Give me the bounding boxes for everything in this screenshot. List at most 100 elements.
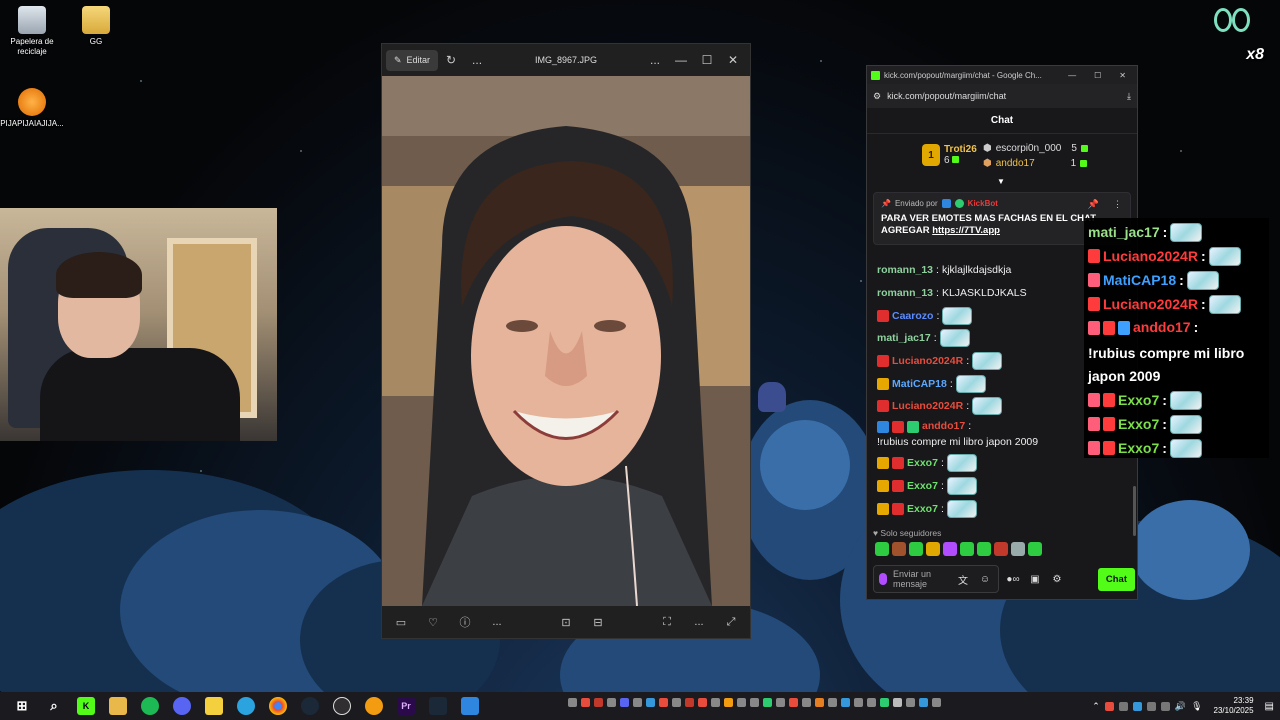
download-icon[interactable]: ⤓ [1127,91,1131,102]
telegram-icon[interactable] [237,697,255,715]
more-menu-button[interactable]: ... [642,48,668,72]
fl-studio-icon[interactable]: PIJAPIJAIAJIJA... [0,88,64,129]
info-icon[interactable]: ⓘ [452,610,478,634]
chat-username[interactable]: romann_13 [877,287,933,299]
chat-close-button[interactable]: ✕ [1112,71,1133,80]
tray-app-icon[interactable] [659,698,668,707]
emote-icon[interactable] [943,542,957,556]
tray-app-icon[interactable] [724,698,733,707]
kick-app-icon[interactable]: K [77,697,95,715]
tray-app-icon[interactable] [815,698,824,707]
discord-icon[interactable] [173,697,191,715]
filmstrip-icon[interactable]: ▭ [388,610,414,634]
chrome-icon[interactable] [269,697,287,715]
tray-app-icon[interactable] [633,698,642,707]
emoji-icon[interactable]: ☺ [977,574,993,585]
translate-icon[interactable]: 文 [955,572,971,587]
tray-app-icon[interactable] [620,698,629,707]
tray-app-icon[interactable] [646,698,655,707]
chevron-up-icon[interactable]: ⌃ [1092,701,1100,712]
gift-icon[interactable]: ▣ [1027,574,1043,585]
folder-gg-icon[interactable]: GG [64,6,128,47]
tray-icon[interactable] [1104,701,1114,711]
clock[interactable]: 23:39 23/10/2025 [1214,696,1254,716]
chat-maximize-button[interactable]: ☐ [1087,71,1108,80]
chat-minimize-button[interactable]: — [1061,71,1083,80]
tray-app-icon[interactable] [919,698,928,707]
chat-username[interactable]: Luciano2024R [892,355,963,367]
tray-icon[interactable] [1132,701,1142,711]
file-explorer-icon[interactable] [109,697,127,715]
emote-icon[interactable] [892,542,906,556]
rotate-icon[interactable]: ↻ [438,48,464,72]
spotify-icon[interactable] [141,697,159,715]
chat-username[interactable]: Exxo7 [907,480,938,492]
tray-app-icon[interactable] [711,698,720,707]
tray-app-icon[interactable] [867,698,876,707]
photo-viewer-window[interactable]: ✎ Editar ↻ ... IMG_8967.JPG ... — ☐ ✕ ▭ … [381,43,751,639]
tray-app-icon[interactable] [685,698,694,707]
bottom-more-button-2[interactable]: ... [686,610,712,634]
tray-app-icon[interactable] [568,698,577,707]
settings-gear-icon[interactable]: ⚙ [1049,574,1065,585]
chat-username[interactable]: Exxo7 [907,457,938,469]
notifications-icon[interactable]: ▤ [1265,701,1274,712]
tray-app-icon[interactable] [932,698,941,707]
tray-app-icon[interactable] [607,698,616,707]
emote-icon[interactable] [1028,542,1042,556]
mic-tray-icon[interactable]: 🎙 [1191,701,1202,712]
photos-app-icon[interactable] [461,697,479,715]
ocr-scan-icon[interactable]: ⊟ [585,610,611,634]
fit-window-icon[interactable]: ⛶ [654,610,680,634]
tray-app-icon[interactable] [841,698,850,707]
tray-app-icon[interactable] [750,698,759,707]
emote-icon[interactable] [977,542,991,556]
maximize-button[interactable]: ☐ [694,48,720,72]
tray-app-icon[interactable] [672,698,681,707]
emote-icon[interactable] [875,542,889,556]
steam-icon[interactable] [301,697,319,715]
chat-username[interactable]: romann_13 [877,264,933,276]
start-button-icon[interactable]: ⊞ [13,697,31,715]
emote-icon[interactable] [926,542,940,556]
tray-app-icon[interactable] [880,698,889,707]
chat-scrollbar[interactable] [1133,486,1136,536]
tray-app-icon[interactable] [906,698,915,707]
expand-chevron-icon[interactable]: ▼ [997,177,1005,186]
site-settings-icon[interactable]: ⚙ [873,91,881,102]
fl-studio-task-icon[interactable] [365,697,383,715]
chat-username[interactable]: MatiCAP18 [892,378,947,390]
chat-message-input[interactable]: Enviar un mensaje 文 ☺ [873,565,999,593]
unpin-icon[interactable]: 📌 [1088,199,1099,210]
tray-icon[interactable] [1118,701,1128,711]
steam-2-icon[interactable] [429,697,447,715]
emote-icon[interactable] [909,542,923,556]
tray-icon[interactable] [1160,701,1170,711]
tray-app-icon[interactable] [802,698,811,707]
search-icon[interactable]: ⌕ [45,697,63,715]
chat-address-bar[interactable]: ⚙ kick.com/popout/margiim/chat ⤓ [867,84,1137,108]
chat-username[interactable]: Exxo7 [907,503,938,515]
emote-icon[interactable] [994,542,1008,556]
tray-app-icon[interactable] [893,698,902,707]
pinned-link[interactable]: https://7TV.app [932,225,1000,236]
volume-icon[interactable]: 🔊 [1175,701,1186,712]
send-chat-button[interactable]: Chat [1097,567,1135,591]
chat-username[interactable]: anddo17 [922,420,965,433]
minimize-button[interactable]: — [668,48,694,72]
tray-app-icon[interactable] [828,698,837,707]
tray-app-icon[interactable] [763,698,772,707]
close-button[interactable]: ✕ [720,48,746,72]
more-options-button[interactable]: ... [464,48,490,72]
visual-search-icon[interactable]: ⊡ [553,610,579,634]
pinned-more-icon[interactable]: ⋮ [1113,199,1122,210]
tray-app-icon[interactable] [737,698,746,707]
recycle-bin-icon[interactable]: Papelera de reciclaje [0,6,64,57]
tray-app-icon[interactable] [698,698,707,707]
fullscreen-icon[interactable]: ⤢ [718,610,744,634]
premiere-icon[interactable]: Pr [397,697,415,715]
tray-app-icon[interactable] [789,698,798,707]
emote-icon[interactable] [960,542,974,556]
chat-username[interactable]: mati_jac17 [877,332,931,344]
microphone-icon[interactable] [879,573,887,585]
